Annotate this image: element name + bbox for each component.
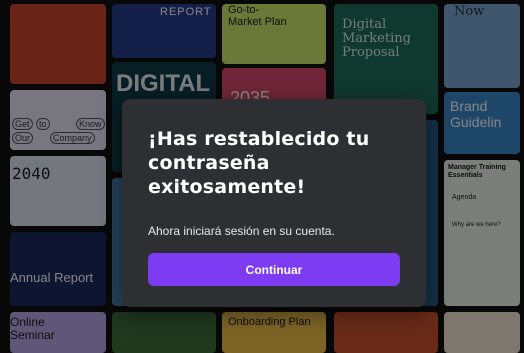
dialog-title: ¡Has restablecido tu contraseña exitosam…	[148, 128, 370, 198]
screen: REPORT Go-to- Market Plan Digital Market…	[0, 0, 524, 353]
dialog-message: Ahora iniciará sesión en su cuenta.	[148, 224, 335, 238]
password-reset-success-dialog: ¡Has restablecido tu contraseña exitosam…	[122, 99, 426, 307]
continue-button[interactable]: Continuar	[148, 253, 400, 286]
